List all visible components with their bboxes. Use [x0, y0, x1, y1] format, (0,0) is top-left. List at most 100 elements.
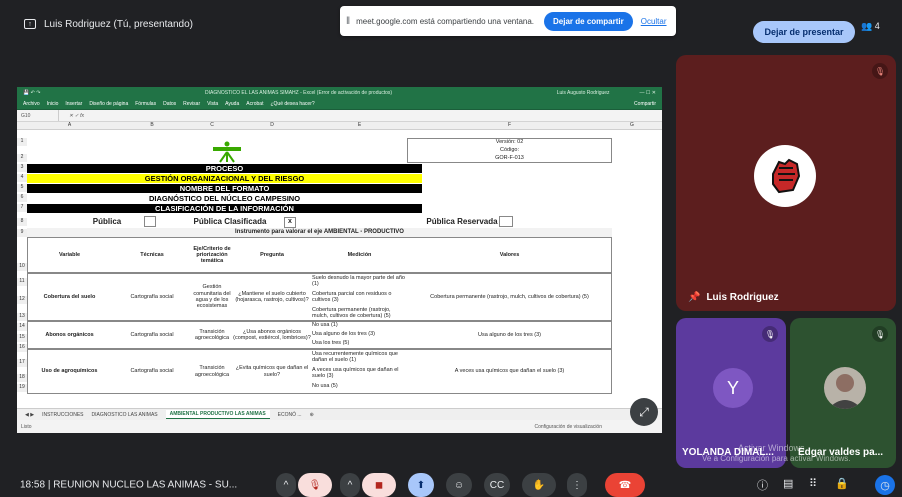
- camera-off-button[interactable]: ◼: [362, 473, 396, 497]
- sheet-tab[interactable]: INSTRUCCIONES: [42, 412, 83, 418]
- cell-medicion[interactable]: Cobertura parcial con residuos o cultivo…: [312, 289, 407, 305]
- col-header[interactable]: A: [27, 122, 112, 128]
- header-tecnicas[interactable]: Técnicas: [112, 237, 192, 273]
- cell-medicion[interactable]: No usa (5): [312, 381, 407, 391]
- cell-variable[interactable]: Uso de agroquímicos: [27, 349, 112, 394]
- ribbon-tab[interactable]: Datos: [163, 101, 176, 107]
- row-number[interactable]: 3: [17, 164, 27, 172]
- row-number[interactable]: 11: [17, 278, 27, 286]
- cell-tecnica[interactable]: Cartografía social: [112, 273, 192, 321]
- window-controls-icon[interactable]: — ☐ ✕: [640, 90, 656, 96]
- captions-button[interactable]: CC: [484, 473, 510, 497]
- clasificada-label[interactable]: Pública Clasificada: [175, 215, 285, 228]
- cell-medicion[interactable]: Suelo desnudo la mayor parte del año (1): [312, 273, 407, 289]
- cell-medicion[interactable]: Cobertura permanente (rastrojo, mulch, c…: [312, 305, 407, 321]
- stop-presenting-button[interactable]: Dejar de presentar: [753, 21, 855, 43]
- row-number[interactable]: 13: [17, 313, 27, 321]
- expand-icon[interactable]: ⤢: [630, 398, 658, 426]
- col-header[interactable]: E: [312, 122, 407, 128]
- publica-checkbox[interactable]: [144, 216, 156, 227]
- sheet-nav-icon[interactable]: ◀ ▶: [25, 412, 34, 418]
- ribbon-tab[interactable]: Fórmulas: [135, 101, 156, 107]
- header-variable[interactable]: Variable: [27, 237, 112, 273]
- cell-variable[interactable]: Cobertura del suelo: [27, 273, 112, 321]
- clasificada-checkbox[interactable]: x: [284, 217, 296, 228]
- cell-medicion[interactable]: A veces usa químicos que dañan el suelo …: [312, 365, 407, 381]
- row-number[interactable]: 1: [17, 138, 27, 146]
- cell-medicion[interactable]: Usa recurrentemente químicos que dañan e…: [312, 349, 407, 365]
- people-indicator[interactable]: 👥 4: [861, 21, 880, 32]
- header-medicion[interactable]: Medición: [312, 237, 407, 273]
- more-options-icon[interactable]: ⋮: [567, 473, 587, 497]
- version-text[interactable]: Versión: 02: [407, 138, 612, 146]
- row-number[interactable]: 14: [17, 323, 27, 331]
- cell-eje[interactable]: Transición agroecológica: [192, 321, 232, 349]
- tell-me-search[interactable]: ¿Qué desea hacer?: [270, 101, 314, 107]
- cell-medicion[interactable]: No usa (1): [312, 321, 407, 330]
- reservada-checkbox[interactable]: [499, 216, 513, 227]
- worksheet[interactable]: 1 2 3 4 5 6 7 8 9 10 11 12 13 14 15 16 1…: [17, 138, 662, 408]
- stop-sharing-button[interactable]: Dejar de compartir: [544, 11, 633, 31]
- header-pregunta[interactable]: Pregunta: [232, 237, 312, 273]
- row-number[interactable]: 5: [17, 184, 27, 192]
- cell-pregunta[interactable]: ¿Usa abonos orgánicos (compost, estiérco…: [232, 321, 312, 349]
- publica-label[interactable]: Pública: [77, 215, 137, 228]
- row-number[interactable]: 19: [17, 384, 27, 392]
- row-number[interactable]: 12: [17, 296, 27, 304]
- sheet-tab-active[interactable]: AMBIENTAL PRODUCTIVO LAS ANIMAS: [165, 410, 270, 419]
- host-controls-icon[interactable]: 🔒: [835, 477, 849, 490]
- name-box[interactable]: G10: [21, 110, 59, 121]
- row-number[interactable]: 4: [17, 174, 27, 182]
- cell-valor[interactable]: Cobertura permanente (rastrojo, mulch, c…: [407, 273, 612, 321]
- row-number[interactable]: 7: [17, 204, 27, 212]
- band-gestion[interactable]: GESTIÓN ORGANIZACIONAL Y DEL RIESGO: [27, 174, 422, 183]
- row-number[interactable]: 17: [17, 359, 27, 367]
- col-header[interactable]: B: [112, 122, 192, 128]
- pin-icon[interactable]: 📌: [688, 292, 700, 303]
- participant-tile-main[interactable]: 🎙 📌 Luis Rodriguez: [676, 55, 896, 311]
- cell-eje[interactable]: Transición agroecológica: [192, 349, 232, 394]
- row-number[interactable]: 9: [17, 229, 27, 237]
- activities-icon[interactable]: ⠿: [809, 477, 817, 490]
- row-number[interactable]: 8: [17, 218, 27, 226]
- ribbon-tab[interactable]: Diseño de página: [89, 101, 128, 107]
- present-button[interactable]: ⬆: [408, 473, 434, 497]
- sheet-tab[interactable]: DIAGNOSTICO LAS ANIMAS: [92, 412, 158, 418]
- hide-banner-link[interactable]: Ocultar: [641, 17, 667, 26]
- ribbon-tab[interactable]: Inicio: [47, 101, 59, 107]
- col-header[interactable]: F: [407, 122, 612, 128]
- chat-icon[interactable]: ▤: [783, 477, 793, 490]
- ribbon-tab[interactable]: Vista: [207, 101, 218, 107]
- cell-variable[interactable]: Abonos orgánicos: [27, 321, 112, 349]
- cell-medicion[interactable]: Usa alguno de los tres (3): [312, 330, 407, 339]
- row-number[interactable]: 15: [17, 334, 27, 342]
- ribbon-tab[interactable]: Insertar: [65, 101, 82, 107]
- raise-hand-button[interactable]: ✋: [522, 473, 556, 497]
- ribbon-tab[interactable]: Archivo: [23, 101, 40, 107]
- band-nombre-formato[interactable]: NOMBRE DEL FORMATO: [27, 184, 422, 193]
- drag-handle-icon[interactable]: ‖: [346, 16, 350, 27]
- companion-icon[interactable]: ◷: [875, 475, 895, 495]
- band-proceso[interactable]: PROCESO: [27, 164, 422, 173]
- mic-options-chevron-icon[interactable]: ^: [276, 473, 296, 497]
- col-header[interactable]: G: [612, 122, 652, 128]
- codigo-label[interactable]: Código:: [407, 146, 612, 154]
- row-number[interactable]: 10: [17, 263, 27, 271]
- add-sheet-icon[interactable]: ⊕: [310, 412, 314, 418]
- cell-valor[interactable]: A veces usa químicos que dañan el suelo …: [407, 349, 612, 394]
- header-valores[interactable]: Valores: [407, 237, 612, 273]
- row-number[interactable]: 16: [17, 344, 27, 352]
- ribbon-tab[interactable]: Revisar: [183, 101, 200, 107]
- header-eje[interactable]: Eje/Criterio de priorización temática: [192, 237, 232, 273]
- band-diagnostico[interactable]: DIAGNÓSTICO DEL NÚCLEO CAMPESINO: [27, 194, 422, 203]
- info-icon[interactable]: ⓘ: [757, 477, 768, 493]
- ribbon-tab[interactable]: Ayuda: [225, 101, 239, 107]
- mic-off-button[interactable]: 🎙: [298, 473, 332, 497]
- share-button[interactable]: Compartir: [634, 101, 656, 107]
- cell-valor[interactable]: Usa alguno de los tres (3): [407, 321, 612, 349]
- leave-call-button[interactable]: ☎: [605, 473, 645, 497]
- cell-eje[interactable]: Gestión comunitaria del agua y de los ec…: [192, 273, 232, 321]
- cell-tecnica[interactable]: Cartografía social: [112, 321, 192, 349]
- save-icon[interactable]: 💾 ↶ ↷: [23, 90, 40, 96]
- cell-pregunta[interactable]: ¿Evita químicos que dañan el suelo?: [232, 349, 312, 394]
